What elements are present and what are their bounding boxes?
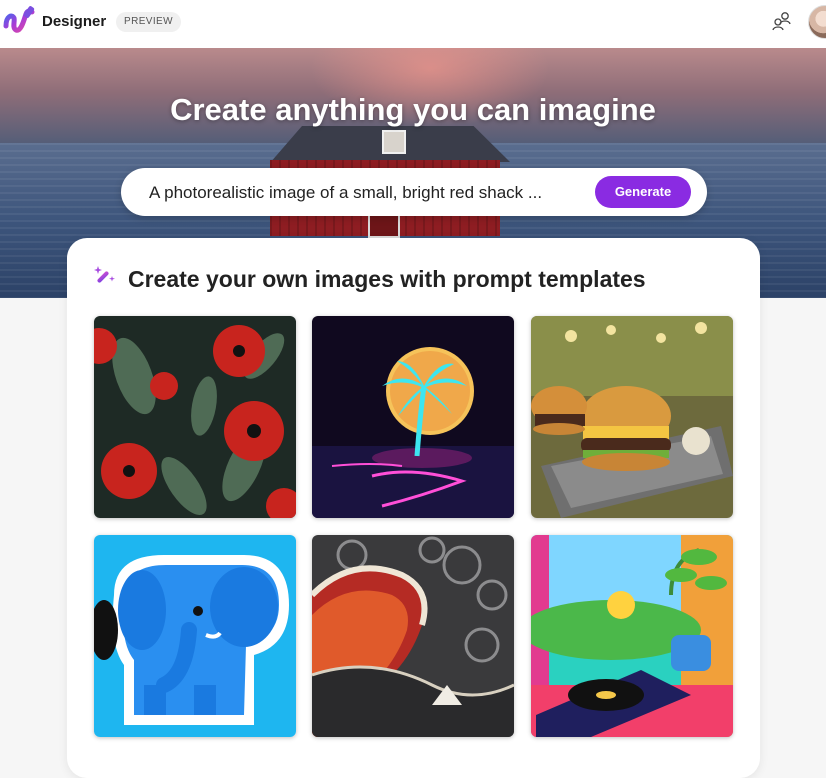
wave-image xyxy=(312,535,514,737)
template-tile-wave[interactable] xyxy=(312,535,514,737)
burgers-image xyxy=(531,316,733,518)
poppies-image xyxy=(94,316,296,518)
record-player-image xyxy=(531,535,733,737)
template-tile-poppies[interactable] xyxy=(94,316,296,518)
templates-title: Create your own images with prompt templ… xyxy=(128,266,646,292)
elephant-image xyxy=(94,535,296,737)
template-tile-elephant[interactable] xyxy=(94,535,296,737)
templates-card: Create your own images with prompt templ… xyxy=(67,238,760,778)
avatar[interactable] xyxy=(808,5,826,39)
magic-wand-sparkle-icon xyxy=(94,266,115,283)
top-bar: Designer PREVIEW xyxy=(0,0,826,48)
template-tile-record-player[interactable] xyxy=(531,535,733,737)
preview-badge: PREVIEW xyxy=(116,12,181,32)
shack-roof xyxy=(270,126,510,162)
designer-logo-icon[interactable] xyxy=(2,4,36,38)
hero-title: Create anything you can imagine xyxy=(170,92,656,127)
prompt-text[interactable]: A photorealistic image of a small, brigh… xyxy=(149,183,589,203)
template-tile-neon-palm[interactable] xyxy=(312,316,514,518)
prompt-input[interactable]: A photorealistic image of a small, brigh… xyxy=(121,168,707,216)
neon-palm-image xyxy=(312,316,514,518)
shack-window xyxy=(382,130,406,154)
brand-name[interactable]: Designer xyxy=(42,13,106,30)
template-tile-burgers[interactable] xyxy=(531,316,733,518)
people-icon[interactable] xyxy=(771,10,793,32)
generate-button[interactable]: Generate xyxy=(595,176,691,208)
